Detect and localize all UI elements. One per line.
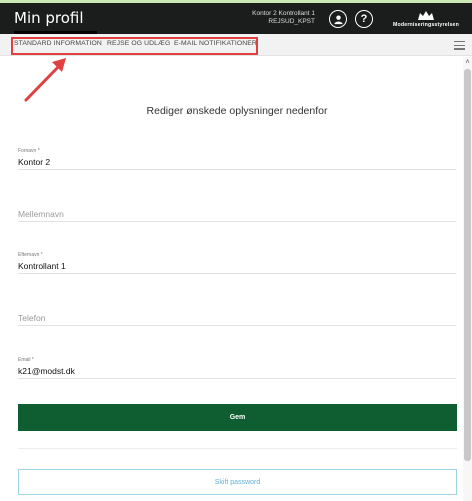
field-underline (18, 325, 456, 326)
tabs-highlight-box (11, 37, 258, 55)
scroll-up-icon[interactable]: ˄ (464, 59, 471, 66)
user-icon[interactable] (329, 10, 347, 28)
mellemnavn-input[interactable]: Mellemnavn (18, 207, 456, 221)
user-org: REJSUD_KPST (268, 18, 315, 25)
help-icon[interactable]: ? (355, 10, 373, 28)
menu-icon[interactable] (454, 41, 465, 50)
user-name: Kontor 2 Kontrollant 1 (252, 10, 315, 17)
efternavn-field[interactable]: Efternavn * Kontrollant 1 (18, 252, 456, 274)
field-underline (18, 221, 456, 222)
telefon-input[interactable]: Telefon (18, 311, 456, 325)
logo-text: Moderniseringsstyrelsen (392, 22, 459, 28)
logo[interactable]: Moderniseringsstyrelsen (381, 10, 471, 32)
user-info: Kontor 2 Kontrollant 1 REJSUD_KPST (252, 10, 315, 26)
form-heading: Rediger ønskede oplysninger nedenfor (146, 105, 328, 117)
app-header: Min profil Kontor 2 Kontrollant 1 REJSUD… (0, 3, 472, 34)
field-underline (18, 378, 456, 379)
page-title: Min profil (14, 9, 84, 27)
mellemnavn-field[interactable]: Mellemnavn (18, 207, 456, 222)
email-input[interactable]: k21@modst.dk (18, 364, 456, 378)
divider (18, 448, 457, 449)
app-frame: Min profil Kontor 2 Kontrollant 1 REJSUD… (0, 0, 472, 501)
save-button[interactable]: Gem (18, 404, 457, 431)
fornavn-input[interactable]: Kontor 2 (18, 155, 456, 169)
scroll-thumb[interactable] (464, 69, 471, 461)
crown-logo-icon (418, 11, 434, 20)
email-label: Email * (18, 357, 34, 363)
scrollbar[interactable]: ˄ (463, 57, 472, 501)
efternavn-label: Efternavn * (18, 252, 43, 258)
telefon-field[interactable]: Telefon (18, 311, 456, 326)
change-password-button[interactable]: Skift password (18, 469, 457, 495)
user-silhouette-icon (333, 14, 343, 24)
field-underline (18, 169, 456, 170)
annotation-arrow-icon (24, 58, 66, 102)
fornavn-label: Fornavn * (18, 148, 40, 154)
email-field[interactable]: Email * k21@modst.dk (18, 357, 456, 379)
field-underline (18, 273, 456, 274)
fornavn-field[interactable]: Fornavn * Kontor 2 (18, 148, 456, 170)
efternavn-input[interactable]: Kontrollant 1 (18, 259, 456, 273)
